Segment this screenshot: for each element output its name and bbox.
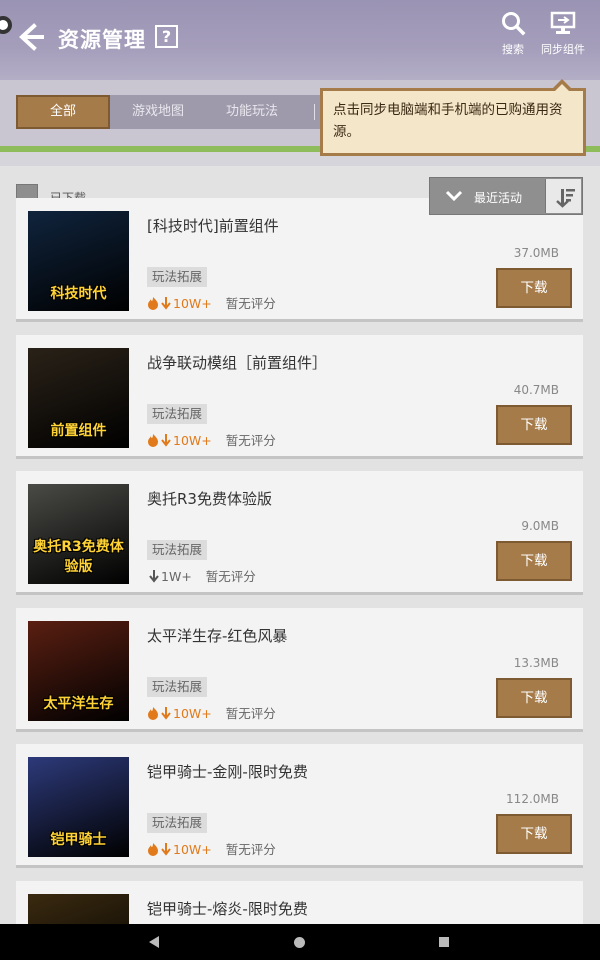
item-thumbnail[interactable]: 前置组件: [28, 348, 129, 448]
thumbnail-caption: 科技时代: [50, 286, 107, 302]
download-count: 10W+: [173, 433, 212, 448]
search-button[interactable]: 搜索: [500, 10, 526, 57]
item-title[interactable]: 战争联动模组［前置组件］: [147, 352, 327, 373]
item-title[interactable]: [科技时代]前置组件: [147, 215, 279, 236]
item-stats: 10W+ 暂无评分: [147, 430, 276, 449]
download-button[interactable]: 下载: [496, 405, 572, 445]
search-label: 搜索: [502, 43, 524, 56]
file-size: 13.3MB: [513, 656, 559, 670]
item-stats: 10W+ 暂无评分: [147, 839, 276, 858]
item-thumbnail[interactable]: 太平洋生存: [28, 621, 129, 721]
thumbnail-caption: 太平洋生存: [43, 696, 114, 712]
system-nav-bar: [0, 924, 600, 960]
thumbnail-caption: 铠甲骑士: [50, 832, 107, 848]
camera-indicator: [0, 16, 12, 34]
list-item[interactable]: 铠甲骑士 铠甲骑士-金刚-限时免费 玩法拓展 10W+ 暂无评分 112.0MB 下载: [16, 744, 583, 868]
download-count: 1W+: [161, 569, 192, 584]
category-tag: 玩法拓展: [147, 404, 208, 424]
item-thumbnail[interactable]: 奥托R3免费体验版: [28, 484, 129, 584]
item-title[interactable]: 奥托R3免费体验版: [147, 488, 272, 509]
list-item[interactable]: 奥托R3免费体验版 奥托R3免费体验版 玩法拓展 1W+ 暂无评分 9.0MB 下载: [16, 471, 583, 595]
app-header: 资源管理 ? 搜索 同步组件: [0, 0, 600, 80]
file-size: 112.0MB: [506, 792, 559, 806]
item-title[interactable]: 铠甲骑士-熔炎-限时免费: [147, 898, 308, 919]
nav-home-icon[interactable]: [294, 937, 305, 948]
download-count: 10W+: [173, 706, 212, 721]
tooltip-text: 点击同步电脑端和手机端的已购通用资源。: [333, 102, 563, 140]
sort-label: 最近活动: [474, 191, 523, 205]
thumbnail-caption: 奥托R3免费体验版: [33, 539, 124, 575]
category-tag: 玩法拓展: [147, 267, 208, 287]
rating-text: 暂无评分: [205, 569, 256, 584]
item-title[interactable]: 铠甲骑士-金刚-限时免费: [147, 761, 308, 782]
nav-back-icon[interactable]: [149, 936, 159, 948]
download-button[interactable]: 下载: [496, 541, 572, 581]
sync-components-button[interactable]: 同步组件: [541, 10, 585, 57]
chevron-down-icon: [445, 190, 463, 202]
back-arrow-icon: [19, 23, 44, 51]
download-icon: [149, 570, 159, 583]
hot-download-icon: [148, 297, 171, 310]
sort-order-button[interactable]: [545, 179, 581, 213]
item-stats: 10W+ 暂无评分: [147, 703, 276, 722]
rating-text: 暂无评分: [225, 433, 276, 448]
sync-monitor-icon: [550, 11, 576, 34]
tab-separator: [314, 104, 315, 120]
list-item[interactable]: 科技时代 [科技时代]前置组件 玩法拓展 10W+ 暂无评分 37.0MB 下载: [16, 198, 583, 322]
sync-tooltip[interactable]: 点击同步电脑端和手机端的已购通用资源。: [320, 88, 586, 156]
download-count: 10W+: [173, 842, 212, 857]
rating-text: 暂无评分: [225, 296, 276, 311]
download-button[interactable]: 下载: [496, 814, 572, 854]
category-tag: 玩法拓展: [147, 540, 208, 560]
rating-text: 暂无评分: [225, 842, 276, 857]
tab-gameplay[interactable]: 功能玩法: [208, 95, 296, 129]
hot-download-icon: [148, 707, 171, 720]
download-count: 10W+: [173, 296, 212, 311]
thumbnail-caption: 前置组件: [50, 423, 107, 439]
category-tag: 玩法拓展: [147, 677, 208, 697]
file-size: 9.0MB: [521, 519, 559, 533]
back-button[interactable]: [14, 20, 48, 54]
tooltip-arrow-inner: [555, 84, 569, 91]
item-stats: 1W+ 暂无评分: [147, 566, 256, 585]
item-title[interactable]: 太平洋生存-红色风暴: [147, 625, 287, 646]
category-tag: 玩法拓展: [147, 813, 208, 833]
download-button[interactable]: 下载: [496, 678, 572, 718]
file-size: 37.0MB: [513, 246, 559, 260]
tab-game-maps[interactable]: 游戏地图: [114, 95, 202, 129]
list-item[interactable]: 前置组件 战争联动模组［前置组件］ 玩法拓展 10W+ 暂无评分 40.7MB 下载: [16, 335, 583, 459]
item-stats: 10W+ 暂无评分: [147, 293, 276, 312]
item-thumbnail[interactable]: 科技时代: [28, 211, 129, 311]
page-title: 资源管理: [58, 28, 146, 52]
nav-recents-icon[interactable]: [439, 937, 449, 947]
sort-dropdown[interactable]: 最近活动: [429, 177, 583, 215]
hot-download-icon: [148, 434, 171, 447]
file-size: 40.7MB: [513, 383, 559, 397]
rating-text: 暂无评分: [225, 706, 276, 721]
sync-label: 同步组件: [541, 43, 585, 56]
hot-download-icon: [148, 843, 171, 856]
list-item[interactable]: 太平洋生存 太平洋生存-红色风暴 玩法拓展 10W+ 暂无评分 13.3MB 下载: [16, 608, 583, 732]
help-button[interactable]: ?: [155, 25, 178, 48]
download-button[interactable]: 下载: [496, 268, 572, 308]
item-thumbnail[interactable]: 铠甲骑士: [28, 757, 129, 857]
search-icon: [502, 12, 526, 36]
tab-all[interactable]: 全部: [16, 95, 110, 129]
sort-order-icon: [556, 189, 575, 208]
